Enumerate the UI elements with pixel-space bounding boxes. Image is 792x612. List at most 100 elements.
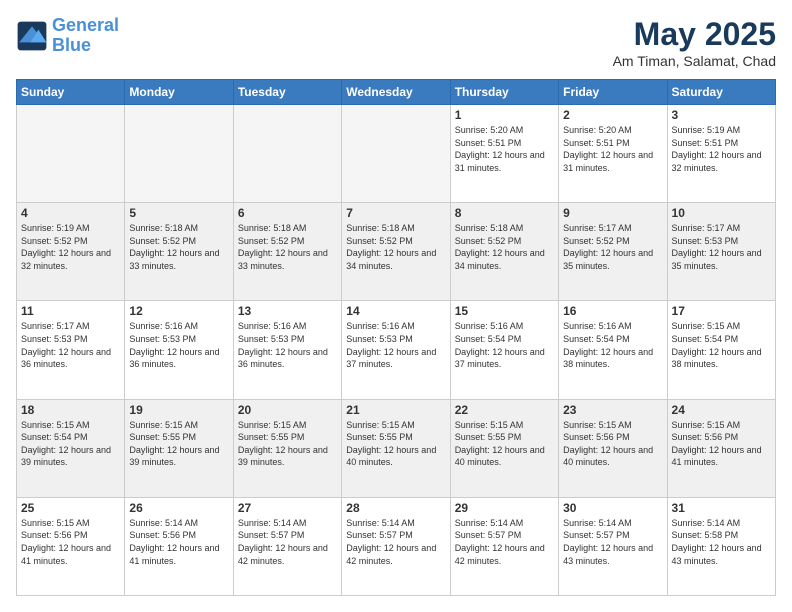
header-wednesday: Wednesday [342, 80, 450, 105]
day-number: 12 [129, 304, 228, 318]
day-number: 6 [238, 206, 337, 220]
calendar-cell: 7 Sunrise: 5:18 AMSunset: 5:52 PMDaylight… [342, 203, 450, 301]
header-thursday: Thursday [450, 80, 558, 105]
day-info: Sunrise: 5:18 AMSunset: 5:52 PMDaylight:… [238, 222, 337, 272]
calendar-cell: 3 Sunrise: 5:19 AMSunset: 5:51 PMDaylight… [667, 105, 775, 203]
day-info: Sunrise: 5:15 AMSunset: 5:55 PMDaylight:… [129, 419, 228, 469]
day-number: 15 [455, 304, 554, 318]
calendar-cell: 8Sunrise: 5:18 AMSunset: 5:52 PMDaylight… [450, 203, 558, 301]
day-number: 13 [238, 304, 337, 318]
day-number: 5 [129, 206, 228, 220]
calendar-cell [233, 105, 341, 203]
header-sunday: Sunday [17, 80, 125, 105]
calendar-cell [125, 105, 233, 203]
calendar-cell: 19 Sunrise: 5:15 AMSunset: 5:55 PMDayligh… [125, 399, 233, 497]
day-info: Sunrise: 5:17 AMSunset: 5:53 PMDaylight:… [672, 222, 771, 272]
day-number: 21 [346, 403, 445, 417]
calendar-cell: 14 Sunrise: 5:16 AMSunset: 5:53 PMDayligh… [342, 301, 450, 399]
day-number: 7 [346, 206, 445, 220]
day-info: Sunrise: 5:15 AMSunset: 5:56 PMDaylight:… [563, 419, 662, 469]
calendar-cell: 24 Sunrise: 5:15 AMSunset: 5:56 PMDayligh… [667, 399, 775, 497]
week-row-5: 25 Sunrise: 5:15 AMSunset: 5:56 PMDayligh… [17, 497, 776, 595]
day-info: Sunrise: 5:18 AMSunset: 5:52 PMDaylight:… [129, 222, 228, 272]
calendar-cell: 18 Sunrise: 5:15 AMSunset: 5:54 PMDayligh… [17, 399, 125, 497]
day-number: 8 [455, 206, 554, 220]
day-number: 25 [21, 501, 120, 515]
week-row-1: 1 Sunrise: 5:20 AMSunset: 5:51 PMDaylight… [17, 105, 776, 203]
day-number: 26 [129, 501, 228, 515]
day-info: Sunrise: 5:18 AMSunset: 5:52 PMDaylight:… [346, 222, 445, 272]
day-info: Sunrise: 5:14 AMSunset: 5:57 PMDaylight:… [346, 517, 445, 567]
calendar-cell: 6 Sunrise: 5:18 AMSunset: 5:52 PMDaylight… [233, 203, 341, 301]
day-info: Sunrise: 5:14 AMSunset: 5:57 PMDaylight:… [455, 517, 554, 567]
day-info: Sunrise: 5:15 AMSunset: 5:54 PMDaylight:… [21, 419, 120, 469]
day-number: 1 [455, 108, 554, 122]
day-info: Sunrise: 5:15 AMSunset: 5:56 PMDaylight:… [21, 517, 120, 567]
day-number: 19 [129, 403, 228, 417]
calendar-header-row: SundayMondayTuesdayWednesdayThursdayFrid… [17, 80, 776, 105]
day-number: 10 [672, 206, 771, 220]
header-friday: Friday [559, 80, 667, 105]
calendar-cell: 30Sunrise: 5:14 AMSunset: 5:57 PMDayligh… [559, 497, 667, 595]
day-number: 14 [346, 304, 445, 318]
day-number: 17 [672, 304, 771, 318]
day-number: 11 [21, 304, 120, 318]
calendar-cell: 20 Sunrise: 5:15 AMSunset: 5:55 PMDayligh… [233, 399, 341, 497]
day-number: 27 [238, 501, 337, 515]
header-monday: Monday [125, 80, 233, 105]
calendar-cell: 27 Sunrise: 5:14 AMSunset: 5:57 PMDayligh… [233, 497, 341, 595]
logo-icon [16, 20, 48, 52]
day-info: Sunrise: 5:17 AMSunset: 5:53 PMDaylight:… [21, 320, 120, 370]
day-info: Sunrise: 5:19 AMSunset: 5:52 PMDaylight:… [21, 222, 120, 272]
calendar-cell: 9 Sunrise: 5:17 AMSunset: 5:52 PMDaylight… [559, 203, 667, 301]
page: General Blue May 2025 Am Timan, Salamat,… [0, 0, 792, 612]
calendar-cell: 16 Sunrise: 5:16 AMSunset: 5:54 PMDayligh… [559, 301, 667, 399]
day-info: Sunrise: 5:16 AMSunset: 5:53 PMDaylight:… [346, 320, 445, 370]
header-tuesday: Tuesday [233, 80, 341, 105]
day-number: 16 [563, 304, 662, 318]
day-info: Sunrise: 5:14 AMSunset: 5:57 PMDaylight:… [238, 517, 337, 567]
calendar-cell: 17 Sunrise: 5:15 AMSunset: 5:54 PMDayligh… [667, 301, 775, 399]
day-info: Sunrise: 5:14 AMSunset: 5:56 PMDaylight:… [129, 517, 228, 567]
calendar-cell [342, 105, 450, 203]
day-number: 31 [672, 501, 771, 515]
day-number: 22 [455, 403, 554, 417]
day-info: Sunrise: 5:14 AMSunset: 5:57 PMDaylight:… [563, 517, 662, 567]
calendar-cell: 28 Sunrise: 5:14 AMSunset: 5:57 PMDayligh… [342, 497, 450, 595]
header: General Blue May 2025 Am Timan, Salamat,… [16, 16, 776, 69]
calendar-cell: 22 Sunrise: 5:15 AMSunset: 5:55 PMDayligh… [450, 399, 558, 497]
day-info: Sunrise: 5:14 AMSunset: 5:58 PMDaylight:… [672, 517, 771, 567]
header-saturday: Saturday [667, 80, 775, 105]
calendar-cell: 25 Sunrise: 5:15 AMSunset: 5:56 PMDayligh… [17, 497, 125, 595]
day-number: 20 [238, 403, 337, 417]
calendar-cell: 13Sunrise: 5:16 AMSunset: 5:53 PMDayligh… [233, 301, 341, 399]
calendar-cell: 12Sunrise: 5:16 AMSunset: 5:53 PMDayligh… [125, 301, 233, 399]
week-row-3: 11 Sunrise: 5:17 AMSunset: 5:53 PMDayligh… [17, 301, 776, 399]
day-info: Sunrise: 5:19 AMSunset: 5:51 PMDaylight:… [672, 124, 771, 174]
day-info: Sunrise: 5:16 AMSunset: 5:54 PMDaylight:… [563, 320, 662, 370]
day-info: Sunrise: 5:15 AMSunset: 5:55 PMDaylight:… [455, 419, 554, 469]
day-info: Sunrise: 5:15 AMSunset: 5:54 PMDaylight:… [672, 320, 771, 370]
day-info: Sunrise: 5:17 AMSunset: 5:52 PMDaylight:… [563, 222, 662, 272]
calendar-cell [17, 105, 125, 203]
day-number: 4 [21, 206, 120, 220]
calendar-cell: 29 Sunrise: 5:14 AMSunset: 5:57 PMDayligh… [450, 497, 558, 595]
location: Am Timan, Salamat, Chad [613, 53, 776, 69]
day-number: 18 [21, 403, 120, 417]
day-number: 28 [346, 501, 445, 515]
day-number: 9 [563, 206, 662, 220]
logo: General Blue [16, 16, 119, 56]
day-number: 24 [672, 403, 771, 417]
day-info: Sunrise: 5:15 AMSunset: 5:55 PMDaylight:… [346, 419, 445, 469]
day-number: 3 [672, 108, 771, 122]
day-info: Sunrise: 5:20 AMSunset: 5:51 PMDaylight:… [563, 124, 662, 174]
day-number: 23 [563, 403, 662, 417]
calendar-cell: 2Sunrise: 5:20 AMSunset: 5:51 PMDaylight… [559, 105, 667, 203]
day-info: Sunrise: 5:15 AMSunset: 5:55 PMDaylight:… [238, 419, 337, 469]
day-info: Sunrise: 5:15 AMSunset: 5:56 PMDaylight:… [672, 419, 771, 469]
calendar-cell: 31 Sunrise: 5:14 AMSunset: 5:58 PMDayligh… [667, 497, 775, 595]
logo-text: General Blue [52, 16, 119, 56]
day-number: 29 [455, 501, 554, 515]
calendar-cell: 26 Sunrise: 5:14 AMSunset: 5:56 PMDayligh… [125, 497, 233, 595]
title-block: May 2025 Am Timan, Salamat, Chad [613, 16, 776, 69]
